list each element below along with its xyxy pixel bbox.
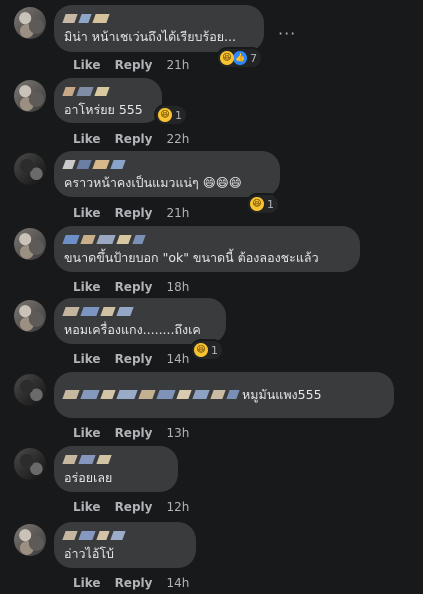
timestamp[interactable]: 13h: [166, 426, 189, 440]
comment-actions: Like Reply 14h: [73, 576, 189, 590]
avatar[interactable]: [14, 228, 46, 260]
haha-emoji-icon: 😆: [158, 108, 172, 122]
timestamp[interactable]: 22h: [166, 132, 189, 146]
comment-text: ขนาดขึ้นป้ายบอก "ok" ขนาดนี้ ต้องลองชะแล…: [64, 250, 319, 265]
comment-bubble: คราวหน้าคงเป็นแมวแน่ๆ 😄😄😄: [54, 151, 280, 197]
reaction-summary[interactable]: 😆 1: [192, 341, 222, 359]
comment-text: หมูมันแพง555: [242, 387, 322, 402]
comment-bubble: อาโหร่ยย 555: [54, 78, 162, 123]
comment-text: อาโหร่ยย 555: [64, 102, 143, 117]
reply-link[interactable]: Reply: [115, 206, 153, 220]
reply-link[interactable]: Reply: [115, 352, 153, 366]
blurred-author-name[interactable]: [62, 157, 268, 171]
reaction-summary[interactable]: 😆 1: [156, 106, 186, 124]
more-options-icon[interactable]: ···: [278, 24, 296, 43]
comment-text: อ่าวไอ้โบ้: [64, 546, 114, 561]
comment-actions: Like Reply 12h: [73, 500, 189, 514]
reply-link[interactable]: Reply: [115, 500, 153, 514]
blurred-author-name[interactable]: [62, 232, 348, 246]
timestamp[interactable]: 12h: [166, 500, 189, 514]
comment-bubble: อร่อยเลย: [54, 446, 178, 492]
haha-emoji-icon: 😆: [194, 343, 208, 357]
comment-actions: Like Reply 18h: [73, 280, 189, 294]
avatar[interactable]: [14, 153, 46, 185]
comment-row: หมูมันแพง555: [62, 386, 382, 403]
like-link[interactable]: Like: [73, 280, 101, 294]
like-link[interactable]: Like: [73, 500, 101, 514]
timestamp[interactable]: 14h: [166, 352, 189, 366]
reply-link[interactable]: Reply: [115, 58, 153, 72]
comment-text: อร่อยเลย: [64, 470, 113, 485]
comment-text: คราวหน้าคงเป็นแมวแน่ๆ 😄😄😄: [64, 175, 242, 190]
blurred-author-name[interactable]: [62, 11, 252, 25]
comment-text: มิน่า หน้าเชเว่นถึงได้เรียบร้อย...: [64, 29, 236, 44]
reply-link[interactable]: Reply: [115, 280, 153, 294]
reaction-count: 1: [211, 343, 218, 357]
timestamp[interactable]: 21h: [166, 58, 189, 72]
comment-actions: Like Reply 22h: [73, 132, 189, 146]
haha-emoji-icon: 😆: [220, 51, 234, 65]
blurred-author-name[interactable]: [62, 388, 240, 402]
timestamp[interactable]: 14h: [166, 576, 189, 590]
timestamp[interactable]: 21h: [166, 206, 189, 220]
reaction-count: 1: [267, 197, 274, 211]
timestamp[interactable]: 18h: [166, 280, 189, 294]
reply-link[interactable]: Reply: [115, 132, 153, 146]
comment-actions: Like Reply 21h: [73, 58, 189, 72]
comment-bubble: มิน่า หน้าเชเว่นถึงได้เรียบร้อย...: [54, 5, 264, 52]
comment-bubble: ขนาดขึ้นป้ายบอก "ok" ขนาดนี้ ต้องลองชะแล…: [54, 226, 360, 272]
comment-actions: Like Reply 13h: [73, 426, 189, 440]
blurred-author-name[interactable]: [62, 84, 150, 98]
avatar[interactable]: [14, 7, 46, 39]
blurred-author-name[interactable]: [62, 304, 214, 318]
reaction-summary[interactable]: 😆 1: [248, 195, 278, 213]
like-link[interactable]: Like: [73, 58, 101, 72]
like-link[interactable]: Like: [73, 132, 101, 146]
comment-text: หอมเครื่องแกง........ถึงเค: [64, 322, 201, 337]
reaction-count: 1: [175, 108, 182, 122]
comment-actions: Like Reply 21h: [73, 206, 189, 220]
comment-bubble: หมูมันแพง555: [54, 372, 394, 418]
like-reaction-icon: 👍: [233, 51, 247, 65]
like-link[interactable]: Like: [73, 352, 101, 366]
avatar[interactable]: [14, 448, 46, 480]
reaction-summary[interactable]: 😆 👍 7: [218, 49, 261, 67]
avatar[interactable]: [14, 80, 46, 112]
blurred-author-name[interactable]: [62, 452, 166, 466]
comment-actions: Like Reply 14h: [73, 352, 189, 366]
comment-bubble: หอมเครื่องแกง........ถึงเค: [54, 298, 226, 344]
like-link[interactable]: Like: [73, 426, 101, 440]
blurred-author-name[interactable]: [62, 528, 184, 542]
comment-bubble: อ่าวไอ้โบ้: [54, 522, 196, 568]
avatar[interactable]: [14, 374, 46, 406]
avatar[interactable]: [14, 300, 46, 332]
reaction-count: 7: [250, 51, 257, 65]
avatar[interactable]: [14, 524, 46, 556]
reply-link[interactable]: Reply: [115, 426, 153, 440]
reply-link[interactable]: Reply: [115, 576, 153, 590]
like-link[interactable]: Like: [73, 206, 101, 220]
like-link[interactable]: Like: [73, 576, 101, 590]
haha-emoji-icon: 😆: [250, 197, 264, 211]
